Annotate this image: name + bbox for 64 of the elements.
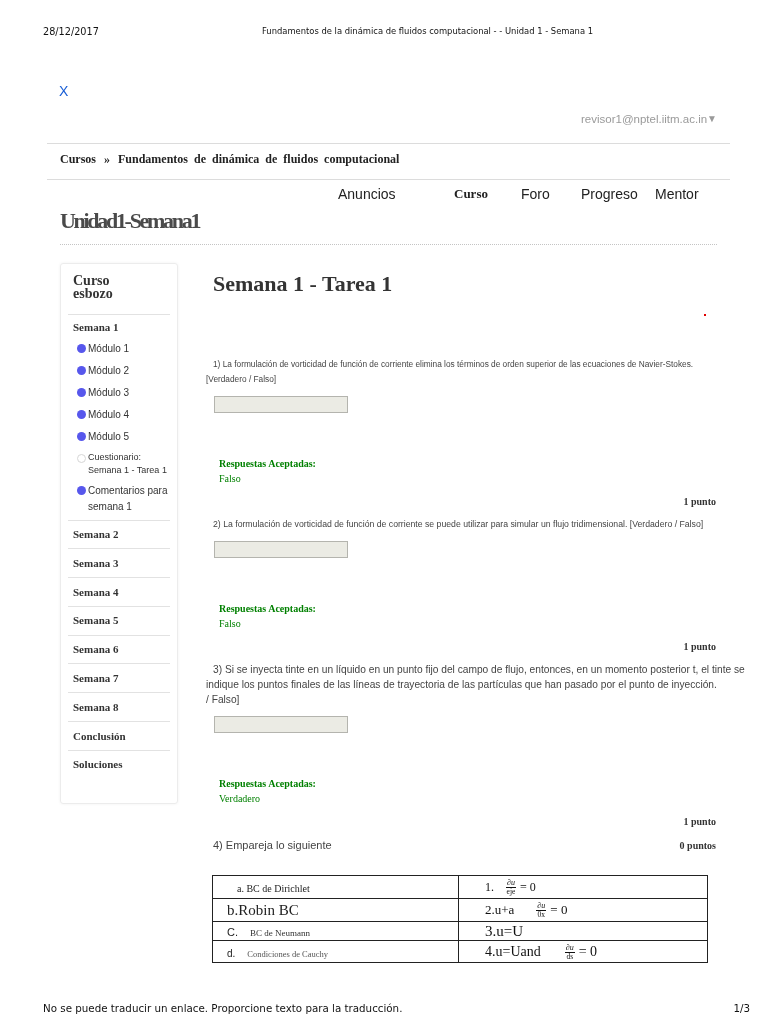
match-term: BC de Neumann (250, 928, 310, 938)
print-title: Fundamentos de la dinámica de fluidos computacional - - Unidad 1 - Semana 1 (262, 26, 594, 36)
score-label: 1 punto (683, 814, 716, 829)
outline-item[interactable]: Cuestionario: Semana 1 - Tarea 1 (68, 447, 170, 480)
section-heading[interactable]: Semana 2 (68, 520, 170, 549)
close-link[interactable]: X (59, 83, 69, 99)
equation-text: = 0 (550, 902, 568, 918)
nav-tab[interactable]: Anuncios (338, 185, 396, 203)
question-text: 3) Si se inyecta tinte en un líquido en un punto fijo del campo de flujo, entonces, en un momento posterior t, el tinte se indique los puntos finales de las líneas de trayectoria de las partículas que han pasado por el punto de inyección. / Falso] (206, 662, 745, 707)
unit-title: Unidad1-Semana1 (60, 208, 200, 234)
fraction-numerator: ∂u (506, 878, 516, 888)
match-term: Condiciones de Cauchy (247, 948, 329, 959)
fraction-numerator: ∂u (564, 942, 575, 953)
accepted-answers-label: Respuestas Aceptadas: (219, 456, 316, 471)
match-term: b.Robin BC (227, 902, 299, 918)
section-heading[interactable]: Semana 6 (68, 635, 170, 664)
accepted-answer: Verdadero (219, 791, 261, 806)
accepted-answer: Falso (219, 471, 241, 486)
section-heading[interactable]: Semana 1 (68, 314, 170, 338)
section-heading[interactable]: Semana 7 (68, 664, 170, 693)
section-heading[interactable]: Conclusión (68, 722, 170, 750)
accepted-answers-label: Respuestas Aceptadas: (219, 601, 316, 616)
outline-item[interactable]: Módulo 5 (68, 425, 170, 448)
outline-item[interactable]: Módulo 1 (68, 337, 170, 360)
fraction-numerator: ∂u (536, 901, 547, 911)
item-letter: C. (227, 926, 238, 938)
accepted-answers-label: Respuestas Aceptadas: (219, 776, 316, 791)
outline-item[interactable]: Módulo 2 (68, 359, 170, 382)
score-label: 1 punto (683, 639, 716, 654)
print-date: 28/12/2017 (43, 25, 100, 37)
question-text: 4) Empareja lo siguiente (213, 837, 332, 853)
section-heading[interactable]: Semana 4 (68, 578, 170, 606)
section-heading[interactable]: Semana 3 (68, 549, 170, 578)
page-number: 1/3 (733, 1002, 750, 1014)
item-letter: d. (227, 947, 236, 959)
assignment-title: Semana 1 - Tarea 1 (213, 271, 393, 297)
section-heading[interactable]: Semana 5 (68, 606, 170, 635)
equation-text: = 0 (519, 879, 536, 895)
caret-icon: ▼ (707, 111, 717, 127)
breadcrumb-separator: » (104, 151, 110, 167)
outline-item[interactable]: Módulo 4 (68, 403, 170, 426)
equation-text: 4.u=Uand (485, 943, 541, 960)
accepted-answer: Falso (219, 616, 241, 631)
equation-text: 2.u+a (485, 902, 515, 918)
nav-tab[interactable]: Foro (521, 185, 550, 203)
section-heading[interactable]: Semana 8 (68, 693, 170, 722)
breadcrumb-link[interactable]: Cursos (60, 151, 96, 167)
score-label: 1 punto (683, 494, 716, 509)
breadcrumb-current: Fundamentos de dinámica de fluidos computacional (118, 151, 400, 167)
outline-item[interactable]: Módulo 3 (68, 381, 170, 404)
print-footer-note: No se puede traducir un enlace. Proporcione texto para la traducción. (43, 1002, 403, 1014)
score-label: 0 puntos (679, 838, 716, 853)
equation-text: = 0 (578, 943, 598, 960)
nav-tab[interactable]: Progreso (581, 185, 638, 203)
nav-tab[interactable]: Mentor (655, 185, 699, 203)
outline-item[interactable]: Comentarios para semana 1 (68, 479, 170, 518)
equation-text: 1. (485, 879, 494, 895)
section-heading[interactable]: Soluciones (68, 750, 170, 779)
question-text: 1) La formulación de vorticidad de función de corriente elimina los términos de orden superior de las ecuaciones de Navier-Stokes. [Verdadero / Falso] (206, 357, 694, 386)
match-term: a. BC de Dirichlet (237, 883, 310, 894)
question-text: 2) La formulación de vorticidad de función de corriente se puede utilizar para simular un flujo tridimensional. [Verdadero / Falso] (212, 517, 704, 531)
outline-title: Curso esbozo (73, 273, 114, 300)
equation-text: 3.u=U (485, 923, 524, 939)
nav-tab[interactable]: Curso (454, 185, 488, 203)
